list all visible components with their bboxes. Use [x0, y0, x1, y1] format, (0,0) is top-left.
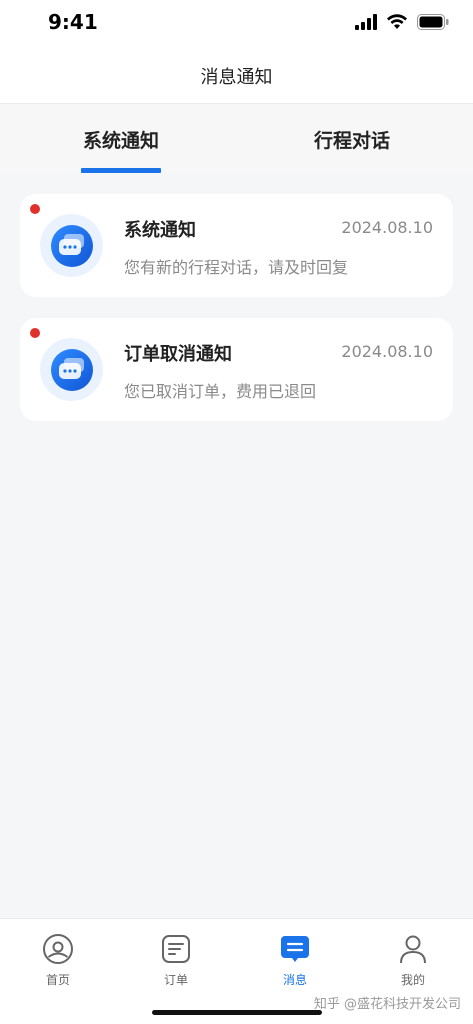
nav-bar: 消息通知	[0, 48, 473, 104]
order-icon	[162, 935, 190, 963]
notification-title: 订单取消通知	[124, 344, 232, 365]
notification-date: 2024.08.10	[341, 218, 433, 237]
message-icon	[281, 936, 309, 962]
bottom-tab-label: 首页	[45, 973, 70, 987]
bottom-tab-home[interactable]: 首页	[13, 933, 103, 993]
bottom-tab-label: 我的	[400, 973, 425, 987]
bottom-tab-label: 订单	[163, 973, 188, 987]
home-indicator	[152, 1010, 322, 1015]
profile-icon	[400, 935, 426, 964]
tab-bar: 系统通知 行程对话	[0, 104, 473, 174]
bottom-tab-message[interactable]: 消息	[250, 933, 340, 993]
notification-desc: 您已取消订单，费用已退回	[124, 382, 317, 401]
signal-icon	[355, 14, 377, 30]
avatar	[40, 338, 103, 401]
battery-icon	[417, 14, 449, 30]
chat-bubble-icon	[50, 348, 93, 391]
avatar	[40, 214, 103, 277]
status-icons	[355, 12, 449, 32]
status-bar: 9:41	[0, 0, 473, 48]
status-time: 9:41	[48, 10, 98, 34]
notification-desc: 您有新的行程对话，请及时回复	[124, 258, 349, 277]
bottom-tab-order[interactable]: 订单	[131, 933, 221, 993]
notification-title: 系统通知	[124, 220, 196, 241]
unread-dot	[30, 204, 40, 214]
chat-bubble-icon	[50, 224, 93, 267]
tab-system-notice[interactable]: 系统通知	[21, 104, 221, 174]
notification-date: 2024.08.10	[341, 342, 433, 361]
active-tab-indicator	[81, 168, 161, 173]
notification-card[interactable]: 系统通知 2024.08.10 您有新的行程对话，请及时回复	[20, 194, 453, 297]
wifi-icon	[387, 14, 407, 29]
notification-card[interactable]: 订单取消通知 2024.08.10 您已取消订单，费用已退回	[20, 318, 453, 421]
bottom-tab-label: 消息	[282, 973, 307, 987]
home-icon	[43, 934, 73, 964]
tab-trip-chat[interactable]: 行程对话	[252, 104, 452, 174]
page-title: 消息通知	[200, 66, 273, 88]
unread-dot	[30, 328, 40, 338]
bottom-tab-profile[interactable]: 我的	[368, 933, 458, 993]
watermark: 知乎 @盛花科技开发公司	[313, 997, 461, 1012]
